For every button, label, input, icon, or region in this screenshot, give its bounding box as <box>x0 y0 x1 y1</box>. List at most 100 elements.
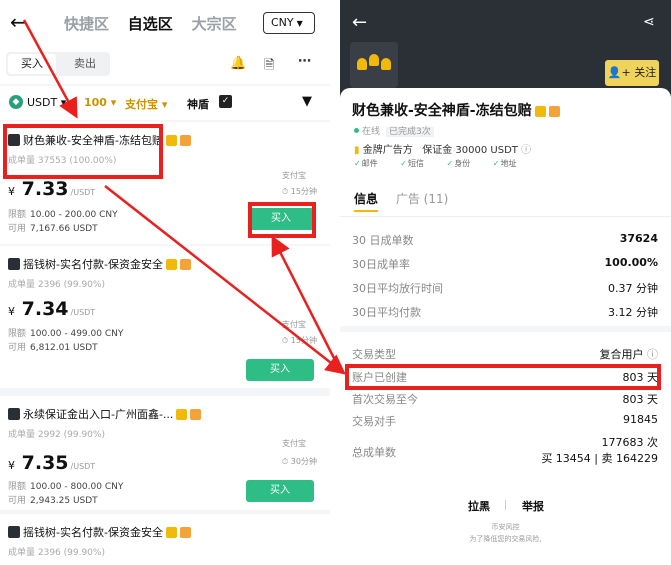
verify-id: ✓身份 <box>447 159 481 168</box>
stat-label: 30日平均放行时间 <box>352 282 443 295</box>
p2p-list-screen: ← 快捷区 自选区 大宗区 CNY ▼ 买入 卖出 🔔 🗎 ⋯ ◆ USDT ▾ … <box>0 0 330 565</box>
block-link[interactable]: 拉黑 <box>468 498 490 514</box>
section-gap <box>340 326 671 332</box>
detail-row: 交易对手 91845 <box>352 413 658 429</box>
detail-row: 总成单数 177683 次买 13454 | 卖 164229 <box>352 436 658 465</box>
usdt-icon: ◆ <box>9 95 23 109</box>
pay-time: ⏱ 15分钟 <box>282 187 317 196</box>
highlight-account-created <box>345 364 661 390</box>
verified-badge-icon <box>176 409 188 420</box>
caret-down-icon: ▼ <box>296 19 303 28</box>
verify-address: ✓地址 <box>493 159 527 168</box>
merchant-title: 财色兼收-安全神盾-冻结包赔 <box>352 100 560 120</box>
report-link[interactable]: 举报 <box>522 498 544 514</box>
limit-value: 10.00 - 200.00 CNY <box>30 210 118 220</box>
completed-tag: 已完成3次 <box>386 127 434 137</box>
payment-method: 支付宝 <box>282 439 306 448</box>
price-value: 7.33 <box>21 178 69 200</box>
available: 可用 2,943.25 USDT <box>8 493 98 506</box>
asset-filter[interactable]: USDT ▾ <box>27 96 66 109</box>
avatar-figure <box>381 58 391 70</box>
stat-row: 30日平均付款 3.12 分钟 <box>352 304 658 320</box>
ad-card[interactable]: 永续保证金出入口-广州面鑫-... 成单量 2992 (99.90%) 支付宝 … <box>0 396 330 510</box>
back-arrow-icon[interactable]: ← <box>10 10 27 34</box>
avatar-figure <box>369 54 379 66</box>
info-icon[interactable]: ⓘ <box>521 145 531 156</box>
merchant-name-text: 永续保证金出入口-广州面鑫-... <box>23 408 174 421</box>
sell-tab[interactable]: 卖出 <box>62 54 108 74</box>
profile-body: 财色兼收-安全神盾-冻结包赔 在线 已完成3次 ▮ 金牌广告方 保证金 30000… <box>340 88 671 565</box>
detail-label: 总成单数 <box>352 446 396 459</box>
detail-row: 交易类型 复合用户 ⓘ <box>352 346 658 362</box>
limit-value: 100.00 - 800.00 CNY <box>30 482 124 492</box>
price: ¥ 7.33/USDT <box>8 178 95 200</box>
tab-bulk[interactable]: 大宗区 <box>192 15 237 33</box>
buy-button[interactable]: 买入 <box>246 359 314 381</box>
merchant-avatar <box>8 408 20 420</box>
orders-icon[interactable]: 🗎 <box>264 56 274 78</box>
buy-tab[interactable]: 买入 <box>8 54 56 74</box>
currency-symbol: ¥ <box>8 459 15 472</box>
share-icon[interactable]: ⋖ <box>643 14 655 30</box>
tab-ads[interactable]: 广告 (11) <box>396 192 448 206</box>
merchant-name[interactable]: 摇钱树-实名付款-保资金安全 <box>8 524 191 540</box>
more-icon[interactable]: ⋯ <box>298 54 311 69</box>
available-value: 6,812.01 USDT <box>30 343 98 353</box>
order-stats: 成单量 2396 (99.90%) <box>8 280 105 290</box>
pay-time-value: 15分钟 <box>290 336 317 345</box>
shield-filter-label: 神盾 <box>187 98 209 111</box>
stat-value: 100.00% <box>604 256 658 269</box>
stat-row: 30 日成单数 37624 <box>352 232 658 248</box>
online-status-text: 在线 <box>362 127 381 137</box>
price-unit: /USDT <box>70 308 96 317</box>
follow-button[interactable]: 👤+ 关注 <box>605 60 659 86</box>
available-label: 可用 <box>8 343 27 353</box>
verify-sms: ✓短信 <box>400 159 434 168</box>
pay-time: ⏱ 30分钟 <box>282 457 317 466</box>
verified-badge-icon <box>165 527 177 538</box>
back-arrow-icon[interactable]: ← <box>352 12 367 33</box>
ad-card[interactable]: 摇钱树-实名付款-保资金安全 成单量 2396 (99.90%) 支付宝 ⏱ 1… <box>0 246 330 388</box>
merchant-name[interactable]: 摇钱树-实名付款-保资金安全 <box>8 256 191 272</box>
side-toolbar: 买入 卖出 🔔 🗎 ⋯ <box>0 46 330 84</box>
divider <box>340 216 671 217</box>
detail-value: 复合用户 ⓘ <box>600 346 659 362</box>
currency-value: CNY <box>271 16 294 29</box>
footer-title: 币安风控 <box>491 523 520 531</box>
online-dot-icon <box>354 128 359 133</box>
stat-label: 30日成单率 <box>352 258 410 271</box>
pay-time-value: 15分钟 <box>290 187 317 196</box>
payment-filter[interactable]: 支付宝 ▾ <box>125 96 167 112</box>
merchant-avatar <box>8 258 20 270</box>
deposit-amount: 保证金 30000 USDT <box>422 145 518 156</box>
price: ¥ 7.35/USDT <box>8 452 95 474</box>
tab-quick[interactable]: 快捷区 <box>64 15 109 33</box>
filter-icon[interactable]: ▼ <box>302 94 312 109</box>
currency-symbol: ¥ <box>8 185 15 198</box>
shield-checkbox[interactable]: ✓ <box>219 95 232 108</box>
avatar-figure <box>357 58 367 70</box>
notification-icon[interactable]: 🔔 <box>230 56 246 71</box>
detail-value: 91845 <box>623 413 658 426</box>
follow-label: 关注 <box>634 66 657 79</box>
currency-symbol: ¥ <box>8 305 15 318</box>
verified-badge-icon <box>165 259 177 270</box>
limit: 限额 100.00 - 800.00 CNY <box>8 479 123 492</box>
amount-value: 100 <box>84 96 107 109</box>
merchant-profile-screen: ← ⋖ 财色兼收-安全神盾-冻结包赔 在线 已完成3次 ▮ 金牌广告方 保证金 3… <box>340 0 671 565</box>
buy-button[interactable]: 买入 <box>246 480 314 502</box>
detail-label: 首次交易至今 <box>352 393 418 406</box>
tab-custom[interactable]: 自选区 <box>128 15 173 33</box>
merchant-name-text: 摇钱树-实名付款-保资金安全 <box>23 526 163 539</box>
buy-sell-toggle: 买入 卖出 <box>6 52 110 76</box>
amount-filter[interactable]: 100 ▾ <box>84 96 116 109</box>
tab-info[interactable]: 信息 <box>354 192 378 206</box>
merchant-name[interactable]: 永续保证金出入口-广州面鑫-... <box>8 406 202 422</box>
shield-badge-icon <box>179 259 191 270</box>
ad-card[interactable]: 摇钱树-实名付款-保资金安全 成单量 2396 (99.90%) <box>0 514 330 565</box>
payment-method: 支付宝 <box>282 171 306 180</box>
info-icon[interactable]: ⓘ <box>647 348 658 361</box>
currency-select[interactable]: CNY ▼ <box>263 12 315 34</box>
detail-label: 交易类型 <box>352 348 396 361</box>
verified-badge-icon <box>165 135 177 146</box>
